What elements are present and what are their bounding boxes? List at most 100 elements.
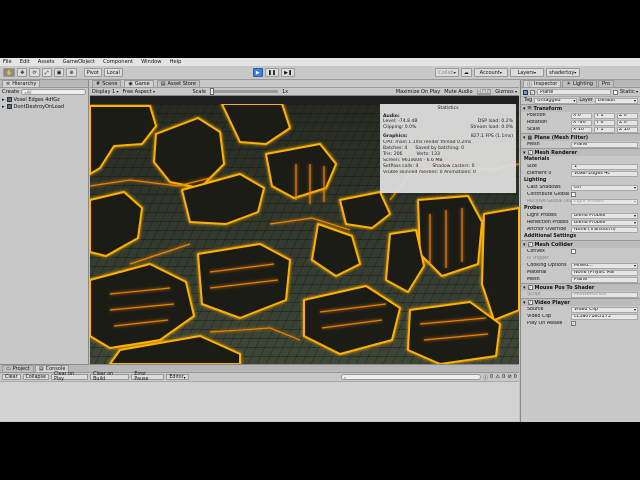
static-dropdown[interactable]: Static xyxy=(620,89,638,95)
collider-mesh-field[interactable]: Plane xyxy=(571,276,638,283)
anchor-override-field[interactable]: None (Transform) xyxy=(571,226,638,233)
local-toggle[interactable]: Local xyxy=(103,68,123,77)
meshcollider-enabled-checkbox[interactable]: ✓ xyxy=(527,242,533,247)
scale-y-field[interactable]: Y 1 xyxy=(594,126,615,133)
meshfilter-component-header[interactable]: ▾ ▦ Plane (Mesh Filter) xyxy=(521,133,640,141)
mute-audio-toggle[interactable]: Mute Audio xyxy=(444,89,472,95)
scale-slider[interactable] xyxy=(209,88,278,95)
position-x-field[interactable]: X 0 xyxy=(571,112,592,119)
clear-on-play-button[interactable]: Clear on Play xyxy=(50,372,89,382)
meshcollider-component-header[interactable]: ▾ ✓ Mesh Collider xyxy=(521,240,640,248)
size-field[interactable]: 1 xyxy=(571,163,638,170)
menu-component[interactable]: Component xyxy=(103,59,133,65)
tab-pro[interactable]: Pro xyxy=(598,80,614,87)
console-log-area[interactable] xyxy=(0,381,519,421)
create-dropdown[interactable]: Create xyxy=(2,89,19,95)
display-dropdown[interactable]: Display 1 xyxy=(92,89,118,95)
info-count-icon[interactable]: ⓘ xyxy=(483,374,488,381)
collider-material-field[interactable]: None (Physic Ma xyxy=(571,269,638,276)
tab-inspector[interactable]: ⓘ Inspector xyxy=(523,80,562,88)
aspect-dropdown[interactable]: Free Aspect xyxy=(122,89,188,95)
maximize-on-play-toggle[interactable]: Maximize On Play xyxy=(396,89,440,95)
materials-foldout[interactable]: Materials xyxy=(521,156,640,163)
light-probes-dropdown[interactable]: Blend Probes xyxy=(571,212,638,219)
gizmos-dropdown[interactable]: Gizmos xyxy=(495,89,517,95)
scale-x-field[interactable]: X 10 xyxy=(571,126,592,133)
menu-file[interactable]: File xyxy=(3,59,12,65)
menu-window[interactable]: Window xyxy=(141,59,161,65)
menu-gameobject[interactable]: GameObject xyxy=(63,59,95,65)
mousepos-enabled-checkbox[interactable]: ✓ xyxy=(527,285,533,290)
videoplayer-component-header[interactable]: ▾ ✓ Video Player xyxy=(521,298,640,306)
clear-button[interactable]: Clear xyxy=(2,374,21,380)
pivot-toggle[interactable]: Pivot xyxy=(83,68,102,77)
hierarchy-search-input[interactable]: ⌕ All xyxy=(21,89,86,95)
layer-dropdown[interactable]: Default xyxy=(594,97,638,104)
editor-dropdown[interactable]: Editor xyxy=(166,374,189,380)
step-button[interactable]: ▶❚ xyxy=(281,68,296,77)
scale-z-field[interactable]: Z 10 xyxy=(617,126,638,133)
cast-shadows-dropdown[interactable]: On xyxy=(571,184,638,191)
convex-checkbox[interactable] xyxy=(571,249,576,254)
clear-on-build-button[interactable]: Clear on Build xyxy=(90,372,130,382)
menu-help[interactable]: Help xyxy=(170,59,182,65)
tab-scene[interactable]: # Scene xyxy=(92,80,122,87)
rotation-x-field[interactable]: X -90 xyxy=(571,119,592,126)
menu-edit[interactable]: Edit xyxy=(20,59,30,65)
menu-assets[interactable]: Assets xyxy=(38,59,55,65)
lighting-foldout[interactable]: Lighting xyxy=(521,177,640,184)
video-clip-field[interactable]: cc3a071ecf273 xyxy=(571,313,638,320)
position-z-field[interactable]: Z 0 xyxy=(617,112,638,119)
warning-count-icon[interactable]: ⚠ xyxy=(495,374,500,380)
transform-tool-icon[interactable]: ⊕ xyxy=(66,68,77,77)
layers-dropdown[interactable]: Layers xyxy=(509,68,544,77)
mousepos-component-header[interactable]: ▾ ✓ Mouse Pos To Shader xyxy=(521,283,640,291)
position-y-field[interactable]: Y 1 xyxy=(594,112,615,119)
tab-hierarchy[interactable]: ≡ Hierarchy xyxy=(2,80,41,87)
console-search-input[interactable]: ⌕ xyxy=(340,374,481,380)
tab-game[interactable]: ◉ Game xyxy=(124,80,154,87)
error-count-icon[interactable]: ⊘ xyxy=(507,374,511,380)
tag-dropdown[interactable]: Untagged xyxy=(534,97,578,104)
error-pause-button[interactable]: Error Pause xyxy=(131,372,165,382)
collab-button[interactable]: Collab xyxy=(435,68,459,77)
object-name-field[interactable]: Plane xyxy=(537,89,611,95)
static-checkbox[interactable] xyxy=(612,89,618,95)
tab-project[interactable]: ▭ Project xyxy=(2,365,34,372)
scale-tool-icon[interactable]: ⤢ xyxy=(41,68,52,77)
rect-tool-icon[interactable]: ▣ xyxy=(53,68,65,77)
tab-asset-store[interactable]: ▤ Asset Store xyxy=(156,80,200,87)
cooking-options-dropdown[interactable]: Mixed... xyxy=(571,262,638,269)
mesh-field[interactable]: Plane xyxy=(571,141,638,148)
meshrenderer-enabled-checkbox[interactable]: ✓ xyxy=(527,150,533,155)
rotate-tool-icon[interactable]: ⟳ xyxy=(29,68,40,77)
stats-toggle[interactable]: Stats xyxy=(476,88,492,95)
element0-field[interactable]: Voxel Edges 4c xyxy=(571,170,638,177)
reflection-probes-dropdown[interactable]: Blend Probes xyxy=(571,219,638,226)
layout-dropdown[interactable]: shadertoy xyxy=(545,68,580,77)
contribute-gi-checkbox[interactable] xyxy=(571,192,576,197)
videoplayer-enabled-checkbox[interactable]: ✓ xyxy=(527,300,533,305)
active-checkbox[interactable]: ✓ xyxy=(530,89,535,95)
hand-tool-icon[interactable]: ✋ xyxy=(3,68,16,77)
tree-item-scene[interactable]: ▸ Voxel Edges 4dfGz xyxy=(0,96,88,103)
rotation-y-field[interactable]: Y 0 xyxy=(594,119,615,126)
rotation-z-field[interactable]: Z 0 xyxy=(617,119,638,126)
source-dropdown[interactable]: Video Clip xyxy=(571,306,638,313)
tab-console[interactable]: ▤ Console xyxy=(34,365,70,372)
account-dropdown[interactable]: Account xyxy=(473,68,508,77)
play-on-awake-checkbox[interactable]: ✓ xyxy=(571,321,576,326)
game-viewport[interactable]: Statistics Audio: Level: -74.8 dB DSP loa… xyxy=(90,104,519,364)
pause-button[interactable]: ❚❚ xyxy=(264,68,280,77)
probes-foldout[interactable]: Probes xyxy=(521,205,640,212)
cloud-icon[interactable]: ☁ xyxy=(460,68,472,77)
tab-lighting[interactable]: ☀ Lighting xyxy=(562,80,598,87)
meshrenderer-component-header[interactable]: ▾ ✓ Mesh Renderer xyxy=(521,148,640,156)
move-tool-icon[interactable]: ✥ xyxy=(17,68,28,77)
collapse-button[interactable]: Collapse xyxy=(22,374,49,380)
play-button[interactable]: ▶ xyxy=(252,68,263,77)
transform-component-header[interactable]: ▾ ⤧ Transform xyxy=(521,104,640,112)
scale-slider-thumb[interactable] xyxy=(209,88,214,95)
tree-item-dontdestroy[interactable]: ▸ DontDestroyOnLoad xyxy=(0,103,88,110)
additional-settings-foldout[interactable]: Additional Settings xyxy=(521,233,640,240)
